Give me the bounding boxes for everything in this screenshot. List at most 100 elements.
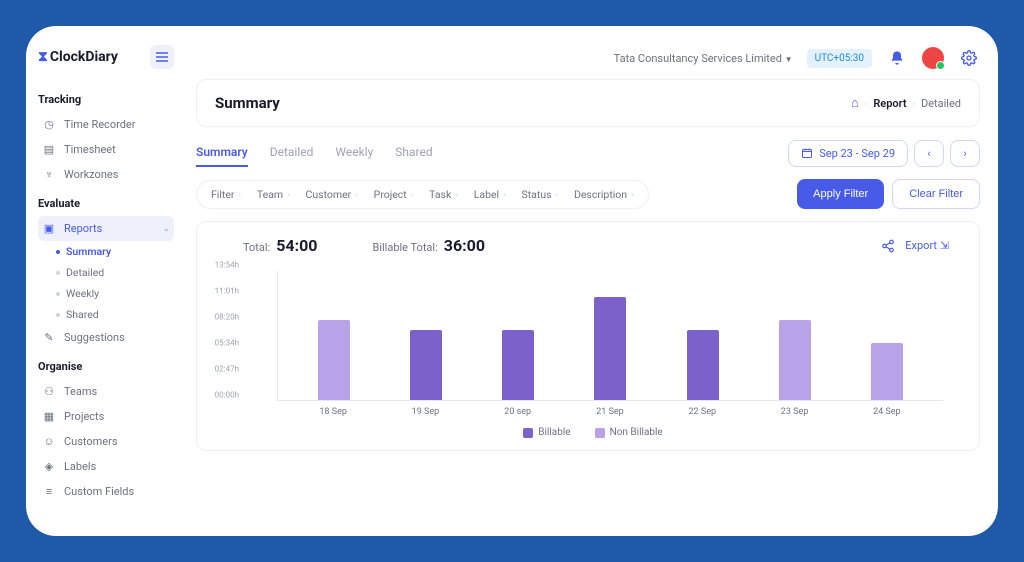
x-axis-labels: 18 Sep19 Sep20 sep21 Sep22 Sep23 Sep24 S… [277,401,943,417]
sidebar-item-timesheet[interactable]: ▤Timesheet [38,137,174,162]
subnav-weekly[interactable]: Weekly [56,283,174,304]
x-tick-label: 19 Sep [379,407,471,417]
filter-status[interactable]: Status› [522,188,558,201]
filter-row: Filter› Team› Customer› Project› Task› L… [196,179,980,209]
suggestions-icon: ✎ [42,331,56,344]
chevron-right-icon: › [963,147,966,160]
filter-pill: Filter› Team› Customer› Project› Task› L… [196,180,649,209]
chart-bar[interactable] [410,330,442,400]
filter-customer[interactable]: Customer› [306,188,358,201]
next-range-button[interactable]: › [950,140,980,167]
share-button[interactable] [881,239,895,253]
hourglass-icon: ⧗ [38,49,48,65]
sidebar-item-projects[interactable]: ▦Projects [38,404,174,429]
breadcrumb-detailed[interactable]: Detailed [921,97,961,110]
caret-down-icon: ▼ [785,55,793,64]
chevron-right-icon: › [913,99,915,108]
subnav-summary[interactable]: Summary [56,241,174,262]
x-tick-label: 24 Sep [841,407,933,417]
gear-icon [961,50,977,66]
swatch-icon [595,428,605,438]
legend-billable: Billable [523,427,570,438]
filter-filter[interactable]: Filter› [211,188,241,201]
customers-icon: ☺ [42,435,56,448]
bell-icon [889,50,905,66]
chevron-right-icon: › [503,190,505,199]
settings-button[interactable] [958,47,980,69]
sidebar-item-suggestions[interactable]: ✎Suggestions [38,325,174,350]
apply-filter-button[interactable]: Apply Filter [797,179,884,209]
reports-subnav: Summary Detailed Weekly Shared [38,241,174,325]
user-avatar[interactable] [922,47,944,69]
chart-legend: Billable Non Billable [243,427,943,438]
chart-card: Total:54:00 Billable Total:36:00 Export … [196,221,980,451]
tab-detailed[interactable]: Detailed [270,139,314,167]
chevron-right-icon: › [631,190,633,199]
clock-icon: ◷ [42,118,56,131]
date-range-picker[interactable]: Sep 23 - Sep 29 [788,140,908,167]
sidebar-item-time-recorder[interactable]: ◷Time Recorder [38,112,174,137]
logo-row: ⧗ ClockDiary [38,41,174,83]
bar-column [288,271,380,400]
chevron-right-icon: › [455,190,457,199]
y-axis-labels: 13:54h11:01h08:20h05:34h02:47h00:00h [215,265,245,395]
clear-filter-button[interactable]: Clear Filter [892,179,980,209]
filter-label[interactable]: Label› [474,188,506,201]
filter-description[interactable]: Description› [574,188,634,201]
chart-bar[interactable] [502,330,534,400]
chart-bar[interactable] [687,330,719,400]
chart-bar[interactable] [779,320,811,400]
tab-summary[interactable]: Summary [196,139,248,167]
sidebar-item-customers[interactable]: ☺Customers [38,429,174,454]
sidebar-item-teams[interactable]: ⚇Teams [38,379,174,404]
chevron-right-icon: › [355,190,357,199]
subnav-shared[interactable]: Shared [56,304,174,325]
bullet-icon [56,250,60,254]
y-tick-label: 11:01h [215,287,239,296]
chart-bar[interactable] [594,297,626,400]
timezone-badge: UTC+05:30 [807,49,872,68]
hamburger-icon [156,52,168,62]
filter-team[interactable]: Team› [257,188,290,201]
tab-shared[interactable]: Shared [395,139,432,167]
sidebar-item-workzones[interactable]: ♆Workzones [38,162,174,187]
tabs-row: Summary Detailed Weekly Shared Sep 23 - … [196,139,980,167]
sidebar-item-labels[interactable]: ◈Labels [38,454,174,479]
page-title: Summary [215,94,280,112]
chevron-down-icon: ⌄ [162,224,170,234]
menu-toggle-button[interactable] [150,45,174,69]
company-selector[interactable]: Tata Consultancy Services Limited ▼ [614,52,793,65]
notifications-button[interactable] [886,47,908,69]
date-controls: Sep 23 - Sep 29 ‹ › [788,140,980,167]
bullet-icon [56,292,60,296]
chart-grid [277,271,943,401]
chart-bar[interactable] [871,343,903,400]
fields-icon: ≡ [42,485,56,498]
filter-project[interactable]: Project› [374,188,414,201]
home-icon[interactable]: ⌂ [851,95,859,111]
subnav-detailed[interactable]: Detailed [56,262,174,283]
y-tick-label: 05:34h [215,339,239,348]
sidebar-item-custom-fields[interactable]: ≡Custom Fields [38,479,174,504]
chevron-right-icon: › [411,190,413,199]
export-icon: ⇲ [940,239,949,252]
filter-task[interactable]: Task› [429,188,458,201]
section-tracking-title: Tracking [38,93,174,106]
prev-range-button[interactable]: ‹ [914,140,944,167]
export-button[interactable]: Export ⇲ [905,239,949,252]
swatch-icon [523,428,533,438]
breadcrumb: ⌂ › Report › Detailed [851,95,961,111]
sidebar-item-reports[interactable]: ▣Reports⌄ [38,216,174,241]
chart-bar[interactable] [318,320,350,400]
bar-column [841,271,933,400]
breadcrumb-report[interactable]: Report [873,97,906,110]
y-tick-label: 00:00h [215,391,239,400]
brand-name: ClockDiary [50,49,118,65]
x-tick-label: 20 sep [472,407,564,417]
tab-weekly[interactable]: Weekly [335,139,373,167]
chevron-right-icon: › [865,99,867,108]
logo: ⧗ ClockDiary [38,49,118,65]
chevron-left-icon: ‹ [927,147,930,160]
share-icon [881,239,895,253]
calendar-icon [801,147,813,159]
